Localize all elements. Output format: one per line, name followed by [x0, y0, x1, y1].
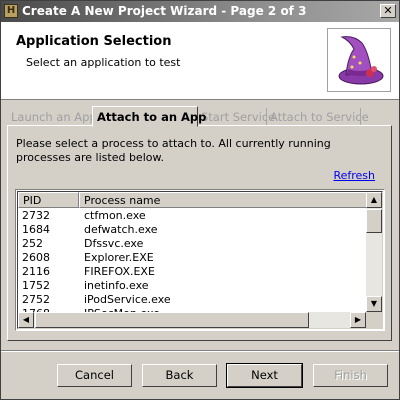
wizard-header: Application Selection Select an applicat… — [1, 22, 399, 100]
close-icon[interactable]: ✕ — [380, 4, 396, 18]
column-header-process-name[interactable]: Process name — [79, 192, 369, 208]
process-rows: 2732 ctfmon.exe 1684 defwatch.exe 252 Dfssv… — [18, 209, 368, 321]
finish-button[interactable]: Finish — [313, 364, 388, 387]
process-name-cell: Dfssvc.exe — [84, 237, 144, 250]
page-title: Application Selection — [16, 34, 172, 49]
scroll-right-icon[interactable]: ▶ — [350, 312, 366, 328]
tab-start-service[interactable]: Start Service — [197, 108, 275, 126]
pid-cell: 252 — [22, 237, 43, 250]
wizard-hat-icon — [327, 28, 391, 92]
pid-cell: 2116 — [22, 265, 50, 278]
window-title: Create A New Project Wizard - Page 2 of … — [22, 4, 307, 18]
scroll-up-icon[interactable]: ▲ — [366, 192, 382, 208]
button-separator — [1, 350, 399, 352]
tab-attach-service[interactable]: Attach to Service — [266, 108, 369, 126]
process-name-cell: inetinfo.exe — [84, 279, 149, 292]
tab-strip: Launch an App Attach to an App Start Ser… — [7, 106, 393, 127]
title-bar[interactable]: H Create A New Project Wizard - Page 2 o… — [1, 1, 399, 22]
pid-cell: 2608 — [22, 251, 50, 264]
page-subtitle: Select an application to test — [26, 56, 181, 69]
process-list[interactable]: PID Process name 2732 ctfmon.exe 1684 defw… — [15, 189, 385, 331]
pid-cell: 1684 — [22, 223, 50, 236]
cancel-button[interactable]: Cancel — [57, 364, 132, 387]
table-row[interactable]: 2732 ctfmon.exe — [18, 209, 368, 223]
instructions-text: Please select a process to attach to. Al… — [16, 137, 331, 164]
back-button[interactable]: Back — [142, 364, 217, 387]
process-name-cell: ctfmon.exe — [84, 209, 146, 222]
process-name-cell: defwatch.exe — [84, 223, 158, 236]
pid-cell: 2732 — [22, 209, 50, 222]
app-icon: H — [4, 4, 18, 18]
vertical-scroll-thumb[interactable] — [366, 209, 382, 233]
table-row[interactable]: 2752 iPodService.exe — [18, 293, 368, 307]
table-row[interactable]: 2116 FIREFOX.EXE — [18, 265, 368, 279]
column-header-pid[interactable]: PID — [18, 192, 79, 208]
pid-cell: 1752 — [22, 279, 50, 292]
scroll-corner — [366, 312, 382, 328]
horizontal-scrollbar[interactable]: ◀ ▶ — [18, 312, 366, 328]
table-row[interactable]: 252 Dfssvc.exe — [18, 237, 368, 251]
horizontal-scroll-thumb[interactable] — [35, 312, 309, 328]
refresh-link[interactable]: Refresh — [333, 169, 375, 182]
process-name-cell: FIREFOX.EXE — [84, 265, 155, 278]
table-row[interactable]: 1752 inetinfo.exe — [18, 279, 368, 293]
table-row[interactable]: 1684 defwatch.exe — [18, 223, 368, 237]
vertical-scrollbar[interactable]: ▲ ▼ — [366, 192, 382, 312]
tab-attach-app[interactable]: Attach to an App — [92, 106, 206, 127]
scroll-down-icon[interactable]: ▼ — [366, 296, 382, 312]
process-name-cell: iPodService.exe — [84, 293, 171, 306]
process-name-cell: Explorer.EXE — [84, 251, 154, 264]
tab-launch-app[interactable]: Launch an App — [7, 108, 97, 126]
wizard-window: H Create A New Project Wizard - Page 2 o… — [0, 0, 400, 400]
pid-cell: 2752 — [22, 293, 50, 306]
table-row[interactable]: 2608 Explorer.EXE — [18, 251, 368, 265]
next-button[interactable]: Next — [226, 363, 303, 388]
scroll-left-icon[interactable]: ◀ — [18, 312, 34, 328]
